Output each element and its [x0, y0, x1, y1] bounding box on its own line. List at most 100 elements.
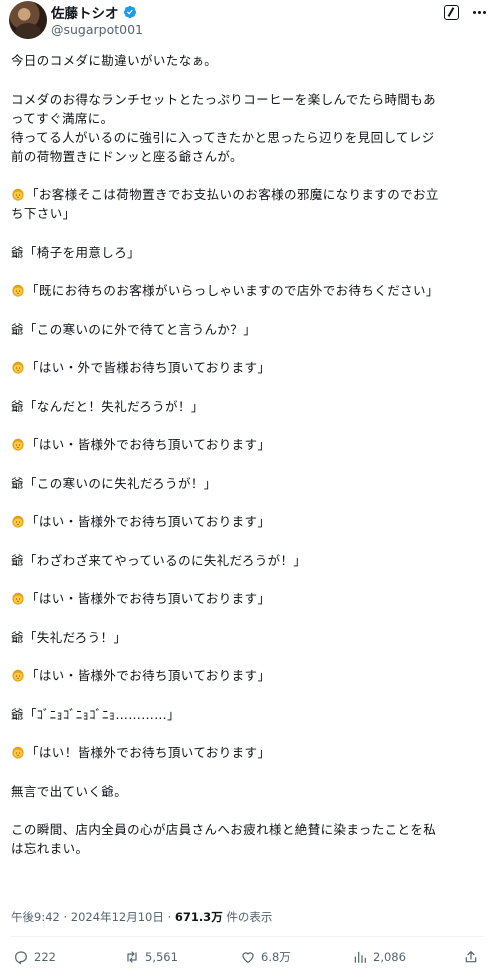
reply-count: 222: [34, 950, 56, 964]
post-paragraph: 「はい・皆様外でお待ち頂いております」: [11, 435, 489, 454]
repost-icon: [127, 951, 137, 963]
share-button[interactable]: [463, 944, 479, 970]
post-line: 爺「この寒いのに外で待てと言うんか？」: [11, 320, 489, 339]
woman-emoji: [12, 284, 24, 297]
post-line-text: 爺「椅子を用意しろ」: [11, 244, 141, 260]
views-button[interactable]: 2,086: [352, 944, 406, 970]
post-line-text: 爺「なんだと！失礼だろうが！」: [11, 398, 204, 414]
reply-button[interactable]: 222: [13, 944, 56, 970]
post-line-text: は忘れまい。: [11, 841, 89, 856]
post-line-text: ち下さい」: [11, 206, 76, 221]
post-line: は忘れまい。: [11, 839, 489, 858]
post-line-text: 「はい・皆様外でお待ち頂いております」: [26, 591, 271, 606]
post-line-text: コメダのお得なランチセットとたっぷりコーヒーを楽しんでたら時間もあ: [11, 91, 437, 107]
post-paragraph: 爺「この寒いのに失礼だろうが！」: [11, 474, 489, 493]
woman-emoji: [12, 746, 24, 759]
repost-button[interactable]: 5,561: [124, 944, 178, 970]
post-time[interactable]: 午後9:42: [11, 910, 60, 924]
verified-badge-icon: [123, 5, 136, 19]
post-paragraph: コメダのお得なランチセットとたっぷりコーヒーを楽しんでたら時間もあ ってすぐ満席に…: [11, 90, 489, 166]
post-line-text: 爺「失礼だろう！」: [11, 629, 127, 645]
post-paragraph: 「お客様そこは荷物置きでお支払いのお客様の邪魔になりますのでお立ち下さい」: [11, 185, 489, 223]
post-paragraph: 爺「ｺﾞﾆｮｺﾞﾆｮｺﾞﾆｮ…………」: [11, 705, 489, 724]
post-line-text: 「はい・皆様外でお待ち頂いております」: [26, 668, 271, 683]
post-header: 佐藤トシオ @sugarpot001: [0, 0, 495, 44]
views-action-count: 2,086: [373, 950, 406, 964]
post-line-text: 「お客様そこは荷物置きでお支払いのお客様の邪魔になりますのでお立: [26, 187, 439, 202]
post-paragraph: 爺「椅子を用意しろ」: [11, 243, 489, 262]
post-line-text: 前の荷物置きにドンッと座る爺さんが。: [11, 148, 243, 164]
post-paragraph: 爺「この寒いのに外で待てと言うんか？」: [11, 320, 489, 339]
post-date[interactable]: 2024年12月10日: [71, 910, 164, 924]
more-options-icon[interactable]: [470, 4, 488, 20]
post-paragraph: 今日のコメダに勘違いがいたなぁ。: [11, 51, 489, 70]
post-line: 待ってる人がいるのに強引に入ってきたかと思ったら辺りを見回してレジ: [11, 128, 489, 147]
avatar[interactable]: [9, 1, 47, 39]
author-handle[interactable]: @sugarpot001: [51, 22, 143, 37]
post-line: 無言で出ていく爺。: [11, 782, 489, 801]
post-paragraph: 爺「失礼だろう！」: [11, 628, 489, 647]
post-paragraph: 「はい・外で皆様お待ち頂いております」: [11, 358, 489, 377]
post-line: ち下さい」: [11, 204, 489, 223]
post-line-text: 「はい・皆様外でお待ち頂いております」: [26, 514, 271, 529]
post-line-text: この瞬間、店内全員の心が店員さんへお疲れ様と絶賛に染まったことを私: [11, 822, 437, 837]
post-line-text: 「はい・外で皆様お待ち頂いております」: [26, 360, 271, 375]
author-display-name[interactable]: 佐藤トシオ: [51, 2, 119, 22]
share-icon: [465, 951, 477, 963]
post-line: 「はい・皆様外でお待ち頂いております」: [11, 666, 489, 685]
author-name-row: 佐藤トシオ: [51, 2, 137, 22]
repost-count: 5,561: [145, 950, 178, 964]
post-line: 爺「ｺﾞﾆｮｺﾞﾆｮｺﾞﾆｮ…………」: [11, 705, 489, 724]
woman-emoji: [12, 592, 24, 605]
post-paragraph: 「既にお待ちのお客様がいらっしゃいますので店外でお待ちください」: [11, 281, 489, 300]
post-line: コメダのお得なランチセットとたっぷりコーヒーを楽しんでたら時間もあ: [11, 90, 489, 109]
views-count: 671.3万: [174, 910, 223, 924]
post-line: 爺「椅子を用意しろ」: [11, 243, 489, 262]
post-line-text: 「はい・皆様外でお待ち頂いております」: [26, 437, 271, 452]
post-paragraph: 「はい・皆様外でお待ち頂いております」: [11, 512, 489, 531]
post-paragraph: 「はい・皆様外でお待ち頂いております」: [11, 666, 489, 685]
post-line: 今日のコメダに勘違いがいたなぁ。: [11, 51, 489, 70]
woman-emoji: [12, 438, 24, 451]
like-count: 6.8万: [261, 950, 291, 964]
post-paragraph: この瞬間、店内全員の心が店員さんへお疲れ様と絶賛に染まったことを私 は忘れまい。: [11, 820, 489, 858]
woman-emoji: [12, 515, 24, 528]
post-paragraph: 「はい・皆様外でお待ち頂いております」: [11, 589, 489, 608]
post-line-text: 爺「ｺﾞﾆｮｺﾞﾆｮｺﾞﾆｮ…………」: [11, 706, 180, 722]
like-button[interactable]: 6.8万: [240, 944, 291, 970]
views-label: 件の表示: [222, 910, 273, 924]
post-line: 「はい・皆様外でお待ち頂いております」: [11, 512, 489, 531]
post-line: 爺「失礼だろう！」: [11, 628, 489, 647]
post-line: 「はい・皆様外でお待ち頂いております」: [11, 589, 489, 608]
post-line-text: 「はい！皆様外でお待ち頂いております」: [26, 745, 271, 760]
post-line-text: 無言で出ていく爺。: [11, 783, 128, 799]
grok-icon[interactable]: [444, 5, 459, 20]
woman-emoji: [12, 361, 24, 374]
meta-separator-2: ·: [167, 910, 172, 924]
post-paragraph: 「はい！皆様外でお待ち頂いております」: [11, 743, 489, 762]
post-line: ってすぐ満席に。: [11, 109, 489, 128]
heart-icon: [242, 952, 254, 964]
post-line: 爺「なんだと！失礼だろうが！」: [11, 397, 489, 416]
woman-emoji: [12, 669, 24, 682]
post-line-text: ってすぐ満席に。: [11, 110, 114, 126]
post-line: 「はい・外で皆様お待ち頂いております」: [11, 358, 489, 377]
post-line-text: 爺「わざわざ来てやっているのに失礼だろうが！」: [11, 552, 307, 568]
divider: [11, 936, 484, 937]
post-line: 「既にお待ちのお客様がいらっしゃいますので店外でお待ちください」: [11, 281, 489, 300]
